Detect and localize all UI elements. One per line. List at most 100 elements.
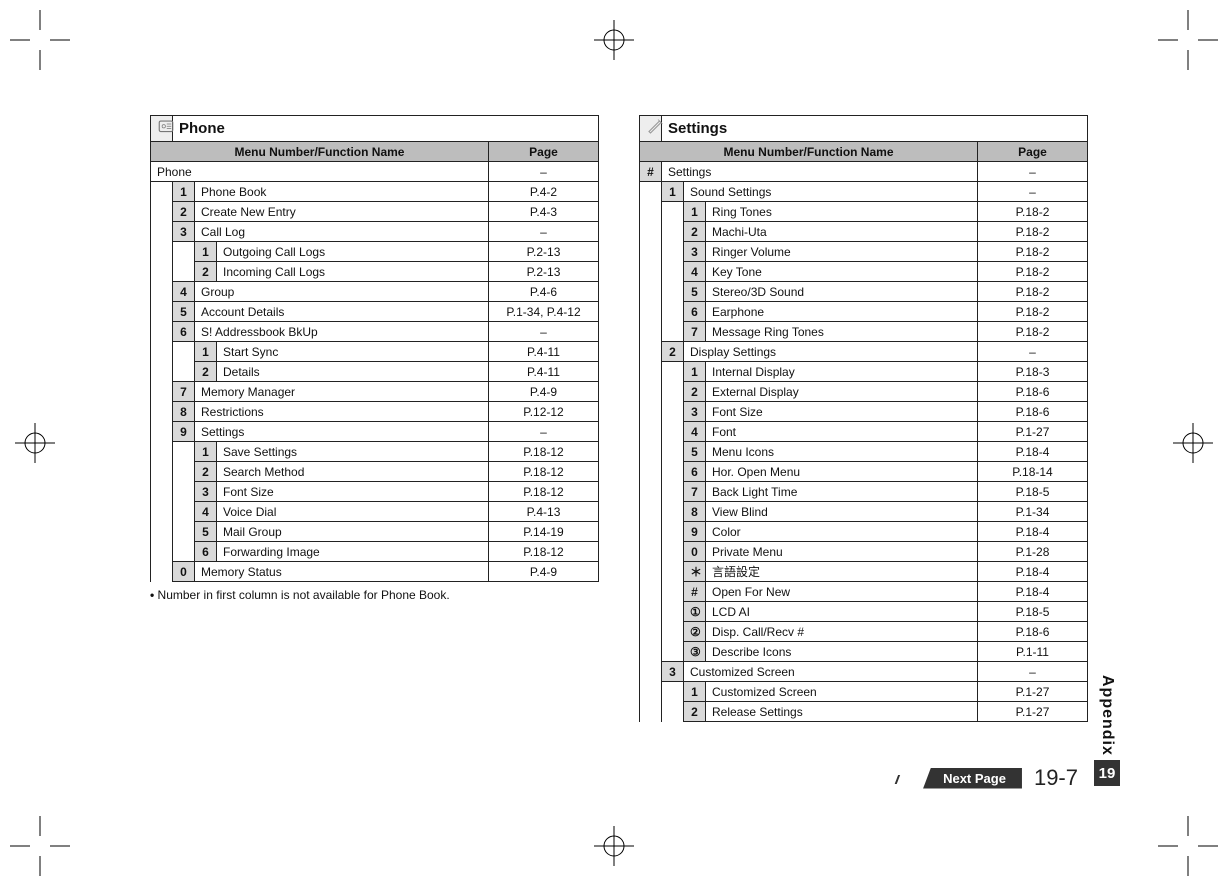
page-ref: P.18-2	[978, 322, 1088, 342]
table-row: 2Release SettingsP.1-27	[640, 702, 1088, 722]
settings-section-icon	[640, 116, 662, 142]
table-row: 3Call Log–	[151, 222, 599, 242]
menu-name: S! Addressbook BkUp	[195, 322, 489, 342]
page-ref: P.4-13	[488, 502, 598, 522]
page-ref: P.18-6	[978, 622, 1088, 642]
menu-name: Memory Manager	[195, 382, 489, 402]
menu-name: Ringer Volume	[706, 242, 978, 262]
table-row: 7Memory ManagerP.4-9	[151, 382, 599, 402]
page-ref: P.4-9	[488, 382, 598, 402]
menu-name: Stereo/3D Sound	[706, 282, 978, 302]
registration-mark-icon	[5, 413, 65, 473]
menu-name: Create New Entry	[195, 202, 489, 222]
page-ref: P.18-2	[978, 222, 1088, 242]
page-ref: P.18-5	[978, 602, 1088, 622]
table-row: ③Describe IconsP.1-11	[640, 642, 1088, 662]
page-ref: P.18-4	[978, 582, 1088, 602]
table-row: #Settings–	[640, 162, 1088, 182]
page-ref: –	[978, 162, 1088, 182]
table-row: 2External DisplayP.18-6	[640, 382, 1088, 402]
menu-name: Save Settings	[217, 442, 489, 462]
menu-number: 7	[684, 322, 706, 342]
menu-name: Message Ring Tones	[706, 322, 978, 342]
menu-name: Earphone	[706, 302, 978, 322]
table-row: 1Ring TonesP.18-2	[640, 202, 1088, 222]
page-ref: –	[488, 322, 598, 342]
menu-number: 3	[195, 482, 217, 502]
menu-name: External Display	[706, 382, 978, 402]
menu-name: Font Size	[217, 482, 489, 502]
table-row: 2Incoming Call LogsP.2-13	[151, 262, 599, 282]
menu-name: Sound Settings	[684, 182, 978, 202]
page-ref: P.18-6	[978, 382, 1088, 402]
menu-number: 7	[684, 482, 706, 502]
table-row: 0Private MenuP.1-28	[640, 542, 1088, 562]
column-header-menu: Menu Number/Function Name	[151, 142, 489, 162]
page-ref: –	[488, 222, 598, 242]
menu-name: Display Settings	[684, 342, 978, 362]
menu-number: 1	[173, 182, 195, 202]
table-row: 2Create New EntryP.4-3	[151, 202, 599, 222]
phone-menu-table: Phone Menu Number/Function Name Page Pho…	[150, 115, 599, 722]
menu-name: Mail Group	[217, 522, 489, 542]
page-ref: P.1-34, P.4-12	[488, 302, 598, 322]
menu-name: Ring Tones	[706, 202, 978, 222]
table-row: 8View BlindP.1-34	[640, 502, 1088, 522]
menu-number: 2	[684, 702, 706, 722]
page-ref: P.4-2	[488, 182, 598, 202]
settings-menu-table: Settings Menu Number/Function Name Page …	[639, 115, 1088, 722]
menu-number: 8	[684, 502, 706, 522]
menu-name: Phone Book	[195, 182, 489, 202]
menu-number: 1	[684, 362, 706, 382]
page-ref: P.18-12	[488, 462, 598, 482]
table-row: 0Memory StatusP.4-9	[151, 562, 599, 582]
menu-name: Settings	[662, 162, 978, 182]
menu-name: LCD AI	[706, 602, 978, 622]
page-ref: P.14-19	[488, 522, 598, 542]
table-row: 6Hor. Open MenuP.18-14	[640, 462, 1088, 482]
menu-name: Release Settings	[706, 702, 978, 722]
menu-name: Incoming Call Logs	[217, 262, 489, 282]
phone-section-icon	[151, 116, 173, 142]
menu-number: 5	[195, 522, 217, 542]
menu-number: 1	[684, 202, 706, 222]
table-row: 5Stereo/3D SoundP.18-2	[640, 282, 1088, 302]
menu-number: 2	[195, 262, 217, 282]
table-row: ②Disp. Call/Recv #P.18-6	[640, 622, 1088, 642]
page-ref: –	[488, 422, 598, 442]
menu-name: Outgoing Call Logs	[217, 242, 489, 262]
page-ref: P.1-27	[978, 702, 1088, 722]
column-header-page: Page	[978, 142, 1088, 162]
page-ref: P.18-2	[978, 302, 1088, 322]
menu-name: Call Log	[195, 222, 489, 242]
menu-name: Start Sync	[217, 342, 489, 362]
chapter-number: 19	[1094, 760, 1120, 786]
menu-number: ①	[684, 602, 706, 622]
menu-name: Disp. Call/Recv #	[706, 622, 978, 642]
menu-number: 6	[684, 462, 706, 482]
page-number: 19-7	[1034, 765, 1078, 791]
page-ref: P.18-12	[488, 442, 598, 462]
page-ref: P.2-13	[488, 262, 598, 282]
table-row: 6Forwarding ImageP.18-12	[151, 542, 599, 562]
menu-number: #	[684, 582, 706, 602]
menu-number: 2	[195, 362, 217, 382]
menu-number: 5	[684, 442, 706, 462]
table-row: 7Message Ring TonesP.18-2	[640, 322, 1088, 342]
table-row: 3Font SizeP.18-6	[640, 402, 1088, 422]
table-row: 1Internal DisplayP.18-3	[640, 362, 1088, 382]
table-row: 1Save SettingsP.18-12	[151, 442, 599, 462]
page-ref: –	[978, 182, 1088, 202]
table-row: ＊言語設定P.18-4	[640, 562, 1088, 582]
menu-number: 6	[195, 542, 217, 562]
menu-number: 2	[684, 382, 706, 402]
table-row: 4Key ToneP.18-2	[640, 262, 1088, 282]
page-ref: –	[978, 662, 1088, 682]
menu-name: Search Method	[217, 462, 489, 482]
next-page-indicator: /// Next Page	[895, 771, 1022, 786]
stripes-icon: ///	[895, 773, 896, 787]
page-ref: P.18-6	[978, 402, 1088, 422]
page-ref: P.2-13	[488, 242, 598, 262]
page-ref: P.12-12	[488, 402, 598, 422]
page-ref: P.18-2	[978, 242, 1088, 262]
